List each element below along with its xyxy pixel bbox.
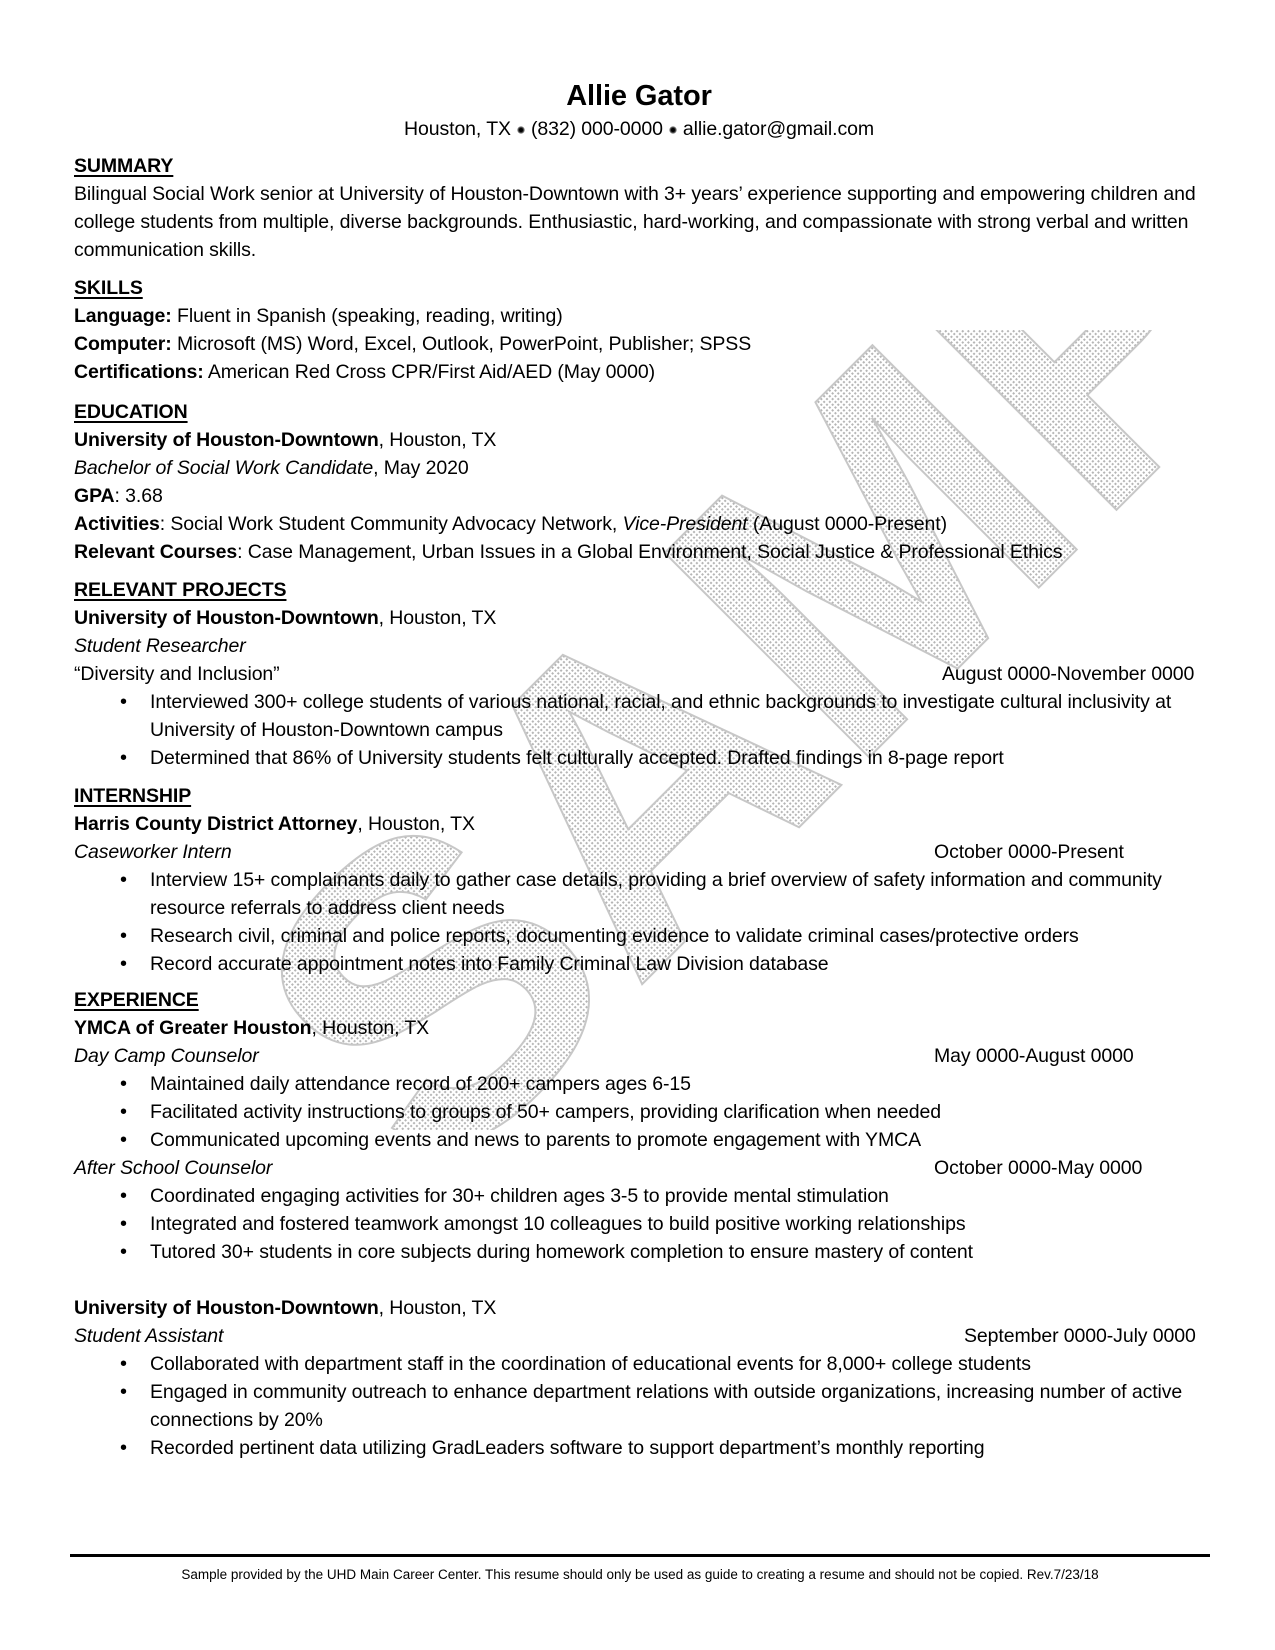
separator-dot-icon	[516, 125, 525, 134]
section-heading: EDUCATION	[74, 401, 188, 423]
skill-label: Computer:	[74, 333, 172, 355]
degree-name: Bachelor of Social Work Candidate	[74, 457, 374, 479]
skill-label: Certifications:	[74, 361, 204, 383]
gpa-label: GPA	[74, 485, 115, 507]
school-name: University of Houston-Downtown	[74, 429, 379, 451]
job-org: University of Houston-Downtown, Houston,…	[74, 1294, 1204, 1322]
job-bullets: Collaborated with department staff in th…	[74, 1350, 1204, 1462]
footer-divider	[70, 1554, 1210, 1557]
activities-value: : Social Work Student Community Advocacy…	[159, 513, 623, 535]
job-role-row: Day Camp Counselor May 0000-August 0000	[74, 1042, 1204, 1070]
contact-email[interactable]: allie.gator@gmail.com	[683, 118, 874, 140]
project-title-row: “Diversity and Inclusion” August 0000-Nov…	[74, 660, 1204, 688]
section-heading: EXPERIENCE	[74, 989, 199, 1011]
contact-phone: (832) 000-0000	[530, 118, 663, 140]
contact-line: Houston, TX (832) 000-0000 allie.gator@gma…	[74, 115, 1204, 143]
section-heading: RELEVANT PROJECTS	[74, 579, 287, 601]
list-item: Record accurate appointment notes into F…	[74, 950, 1204, 978]
education-section: EDUCATION University of Houston-Downtown…	[74, 398, 1204, 566]
education-courses: Relevant Courses: Case Management, Urban…	[74, 538, 1204, 566]
project-bullets: Interviewed 300+ college students of var…	[74, 688, 1204, 772]
contact-location: Houston, TX	[404, 118, 511, 140]
internship-bullets: Interview 15+ complainants daily to gath…	[74, 866, 1204, 978]
role-date: October 0000-Present	[934, 841, 1124, 863]
org-name: University of Houston-Downtown	[74, 607, 379, 629]
degree-date: , May 2020	[373, 457, 469, 479]
education-gpa: GPA: 3.68	[74, 482, 1204, 510]
role-title: Caseworker Intern	[74, 841, 232, 863]
resume-page: Allie Gator Houston, TX (832) 000-0000 all…	[74, 0, 1204, 1650]
internship-org: Harris County District Attorney, Houston…	[74, 810, 1204, 838]
list-item: Tutored 30+ students in core subjects du…	[74, 1238, 1204, 1266]
skill-label: Language:	[74, 305, 172, 327]
activities-date: (August 0000-Present)	[747, 513, 948, 535]
list-item: Maintained daily attendance record of 20…	[74, 1070, 1204, 1098]
org-location: , Houston, TX	[378, 1297, 497, 1319]
org-location: , Houston, TX	[357, 813, 475, 835]
experience-section: EXPERIENCE YMCA of Greater Houston, Hous…	[74, 986, 1204, 1462]
gpa-value: : 3.68	[114, 485, 163, 507]
role-title: Day Camp Counselor	[74, 1045, 259, 1067]
section-heading: SUMMARY	[74, 155, 174, 177]
role-date: October 0000-May 0000	[934, 1157, 1143, 1179]
job-role-row: Student Assistant September 0000-July 000…	[74, 1322, 1204, 1350]
summary-section: SUMMARY Bilingual Social Work senior at …	[74, 152, 1204, 264]
courses-value: : Case Management, Urban Issues in a Glo…	[237, 541, 1063, 563]
activities-role: Vice-President	[622, 513, 748, 535]
project-org: University of Houston-Downtown, Houston,…	[74, 604, 1204, 632]
skill-line: Computer: Microsoft (MS) Word, Excel, Ou…	[74, 330, 1204, 358]
section-heading: INTERNSHIP	[74, 785, 192, 807]
list-item: Integrated and fostered teamwork amongst…	[74, 1210, 1204, 1238]
job-org: YMCA of Greater Houston, Houston, TX	[74, 1014, 1204, 1042]
courses-label: Relevant Courses	[74, 541, 238, 563]
list-item: Recorded pertinent data utilizing GradLe…	[74, 1434, 1204, 1462]
education-degree: Bachelor of Social Work Candidate, May 2…	[74, 454, 1204, 482]
list-item: Engaged in community outreach to enhance…	[74, 1378, 1204, 1434]
skill-line: Language: Fluent in Spanish (speaking, r…	[74, 302, 1204, 330]
role-date: May 0000-August 0000	[934, 1045, 1134, 1067]
list-item: Research civil, criminal and police repo…	[74, 922, 1204, 950]
role-date: September 0000-July 0000	[964, 1325, 1196, 1347]
list-item: Coordinated engaging activities for 30+ …	[74, 1182, 1204, 1210]
project-role: Student Researcher	[74, 635, 246, 657]
list-item: Determined that 86% of University studen…	[74, 744, 1204, 772]
education-school: University of Houston-Downtown, Houston,…	[74, 426, 1204, 454]
summary-text: Bilingual Social Work senior at Universi…	[74, 183, 1196, 261]
list-item: Interview 15+ complainants daily to gath…	[74, 866, 1204, 922]
internship-role-row: Caseworker Intern October 0000-Present	[74, 838, 1204, 866]
job-bullets: Maintained daily attendance record of 20…	[74, 1070, 1204, 1154]
list-item: Facilitated activity instructions to gro…	[74, 1098, 1204, 1126]
projects-section: RELEVANT PROJECTS University of Houston-…	[74, 576, 1204, 772]
role-title: After School Counselor	[74, 1157, 273, 1179]
section-heading: SKILLS	[74, 277, 143, 299]
skill-value: Fluent in Spanish (speaking, reading, wr…	[171, 305, 563, 327]
list-item: Collaborated with department staff in th…	[74, 1350, 1204, 1378]
org-location: , Houston, TX	[378, 607, 497, 629]
org-location: , Houston, TX	[311, 1017, 430, 1039]
org-name: YMCA of Greater Houston	[74, 1017, 312, 1039]
job-role-row: After School Counselor October 0000-May 0…	[74, 1154, 1204, 1182]
footer-note: Sample provided by the UHD Main Career C…	[181, 1567, 1099, 1582]
education-activities: Activities: Social Work Student Communit…	[74, 510, 1204, 538]
job-bullets: Coordinated engaging activities for 30+ …	[74, 1182, 1204, 1266]
skill-value: American Red Cross CPR/First Aid/AED (Ma…	[203, 361, 656, 383]
project-title: “Diversity and Inclusion”	[74, 663, 280, 685]
skills-section: SKILLS Language: Fluent in Spanish (spea…	[74, 274, 1204, 386]
project-date: August 0000-November 0000	[942, 663, 1195, 685]
internship-section: INTERNSHIP Harris County District Attorn…	[74, 782, 1204, 978]
skill-value: Microsoft (MS) Word, Excel, Outlook, Pow…	[171, 333, 752, 355]
school-location: , Houston, TX	[378, 429, 497, 451]
list-item: Interviewed 300+ college students of var…	[74, 688, 1204, 744]
list-item: Communicated upcoming events and news to…	[74, 1126, 1204, 1154]
org-name: Harris County District Attorney	[74, 813, 358, 835]
activities-label: Activities	[74, 513, 160, 535]
org-name: University of Houston-Downtown	[74, 1297, 379, 1319]
separator-dot-icon	[668, 125, 677, 134]
candidate-name: Allie Gator	[566, 80, 712, 112]
skill-line: Certifications: American Red Cross CPR/F…	[74, 358, 1204, 386]
role-title: Student Assistant	[74, 1325, 224, 1347]
